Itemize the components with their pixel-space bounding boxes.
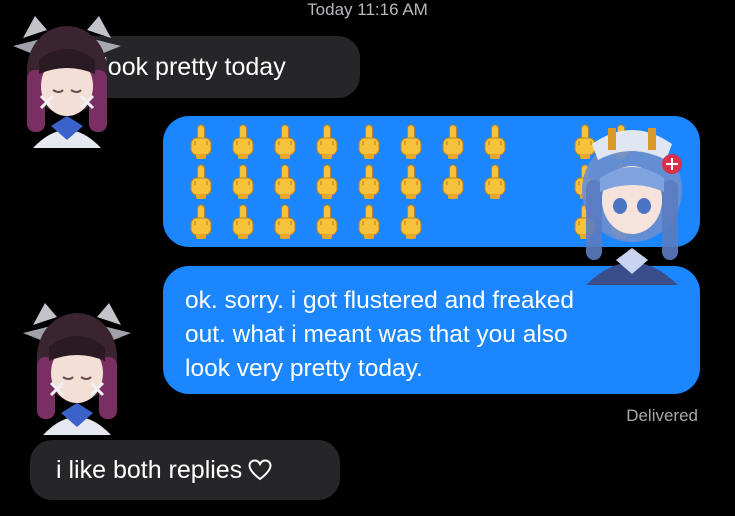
delivered-status: Delivered (626, 406, 698, 425)
middle-finger-emoji (190, 124, 212, 159)
emoji-column (181, 122, 221, 242)
message-text-wrap: i like both replies (30, 440, 340, 489)
emoji-column (265, 122, 305, 242)
middle-finger-emoji (484, 124, 506, 159)
emoji-column (433, 122, 473, 202)
middle-finger-emoji (400, 204, 422, 239)
middle-finger-emoji (274, 204, 296, 239)
middle-finger-emoji (358, 164, 380, 199)
anime-girl-avatar-blue-hair (562, 120, 702, 285)
middle-finger-emoji (190, 164, 212, 199)
middle-finger-emoji (358, 204, 380, 239)
middle-finger-emoji (484, 164, 506, 199)
middle-finger-emoji (442, 124, 464, 159)
outgoing-message-bubble[interactable]: ok. sorry. i got flustered and freaked o… (163, 266, 700, 394)
middle-finger-emoji (316, 124, 338, 159)
incoming-message-bubble[interactable]: i like both replies (30, 440, 340, 500)
middle-finger-emoji (232, 124, 254, 159)
middle-finger-emoji (316, 164, 338, 199)
emoji-column (223, 122, 263, 242)
middle-finger-emoji (190, 204, 212, 239)
middle-finger-emoji (442, 164, 464, 199)
emoji-column (307, 122, 347, 242)
middle-finger-emoji (232, 164, 254, 199)
anime-girl-avatar-dark-hair (5, 8, 129, 148)
emoji-column (349, 122, 389, 242)
heart-outline-icon (248, 457, 272, 489)
middle-finger-emoji (358, 124, 380, 159)
middle-finger-emoji (400, 164, 422, 199)
middle-finger-emoji (274, 164, 296, 199)
middle-finger-emoji (232, 204, 254, 239)
anime-girl-avatar-dark-hair (15, 295, 139, 435)
emoji-column (475, 122, 515, 202)
middle-finger-emoji (274, 124, 296, 159)
emoji-column (391, 122, 431, 242)
middle-finger-emoji (400, 124, 422, 159)
middle-finger-emoji (316, 204, 338, 239)
message-text: i like both replies (56, 456, 243, 484)
